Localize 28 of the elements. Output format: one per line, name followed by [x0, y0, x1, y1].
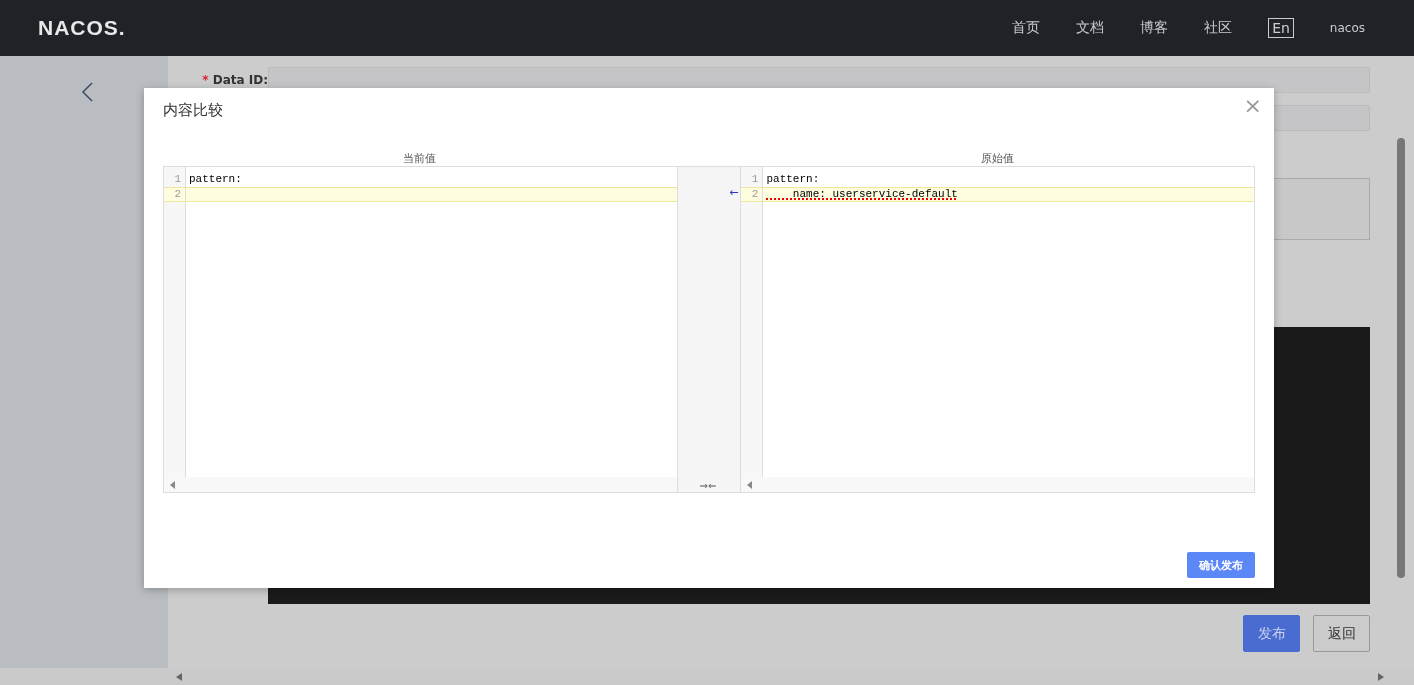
user-menu[interactable]: nacos: [1329, 21, 1365, 35]
code-pane[interactable]: 1 2 pattern: name: userservice-default: [741, 167, 1254, 492]
line-number: 2: [751, 188, 759, 200]
scroll-left-icon[interactable]: [747, 480, 753, 489]
line-number: 2: [174, 188, 181, 200]
revert-arrow[interactable]: ←: [729, 186, 739, 199]
scroll-left-icon[interactable]: [170, 480, 175, 489]
scroll-left-icon[interactable]: [176, 672, 182, 681]
nav-link[interactable]: 博客: [1140, 19, 1169, 37]
line-number: 1: [174, 173, 181, 185]
dialog-title: 内容比较: [163, 101, 223, 119]
line-number: 1: [751, 173, 759, 185]
code-text: pattern:: [189, 173, 242, 185]
merge-marks[interactable]: ⇒⇐: [699, 480, 717, 491]
language-toggle[interactable]: En: [1268, 18, 1294, 38]
nav-link[interactable]: 首页: [1012, 19, 1041, 37]
nav-link[interactable]: 文档: [1076, 19, 1105, 37]
pane-title: 当前值: [402, 151, 437, 166]
logo[interactable]: NACOS.: [38, 16, 126, 40]
pane-title: 原始值: [980, 151, 1015, 166]
field-label: * Data ID:: [201, 73, 268, 87]
back-icon[interactable]: [80, 82, 94, 102]
code-text: name: userservice-default: [791, 188, 958, 200]
code-text: pattern:: [766, 173, 820, 185]
back-button[interactable]: 返回: [1313, 615, 1370, 652]
scroll-right-icon[interactable]: [1378, 672, 1384, 681]
nav-link[interactable]: 社区: [1204, 19, 1233, 37]
code-pane[interactable]: 1 2 pattern:: [164, 167, 677, 492]
